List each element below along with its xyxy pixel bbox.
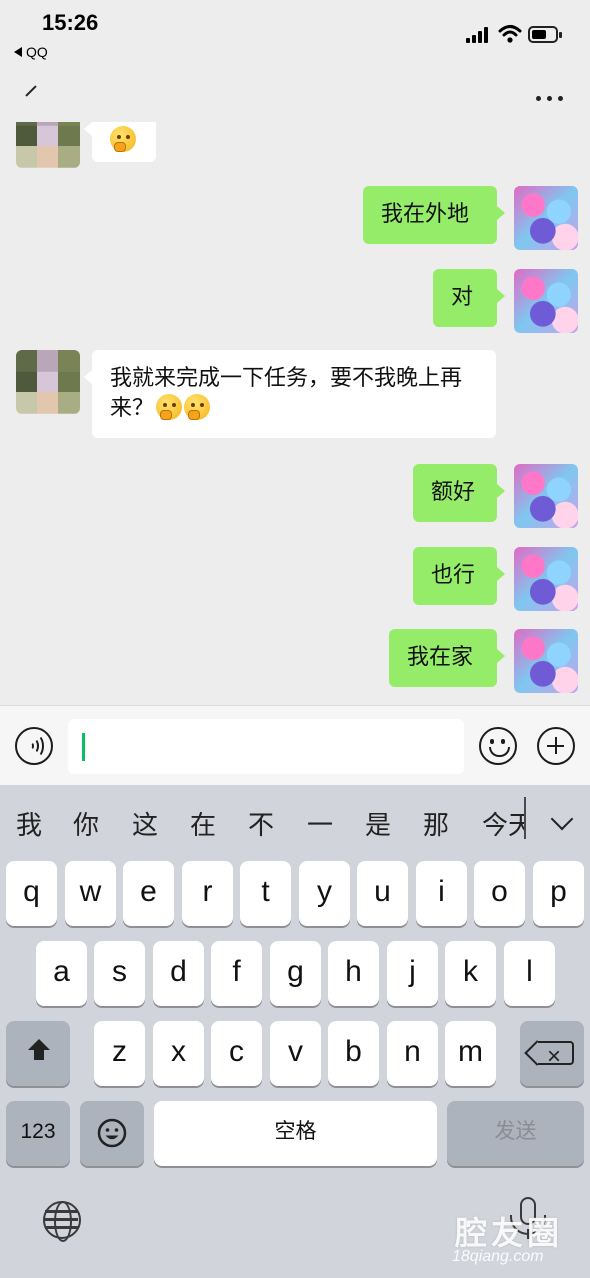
key-f[interactable]: f bbox=[211, 941, 262, 1006]
key-m[interactable]: m bbox=[445, 1021, 496, 1086]
key-v[interactable]: v bbox=[270, 1021, 321, 1086]
key-b[interactable]: b bbox=[328, 1021, 379, 1086]
message-bubble-incoming[interactable]: 我就来完成一下任务，要不我晚上再来？ bbox=[84, 350, 496, 438]
status-bar: 15:26 QQ bbox=[0, 0, 590, 70]
candidate-word[interactable]: 不 bbox=[248, 805, 274, 842]
more-options-icon[interactable] bbox=[536, 96, 564, 102]
emoji-button[interactable] bbox=[479, 727, 517, 765]
key-y[interactable]: y bbox=[299, 861, 350, 926]
voice-input-button[interactable] bbox=[15, 727, 53, 765]
message-bubble-outgoing[interactable]: 额好 bbox=[413, 464, 505, 522]
key-s[interactable]: s bbox=[94, 941, 145, 1006]
emoji-keyboard-key[interactable] bbox=[80, 1101, 144, 1166]
send-key[interactable]: 发送 bbox=[447, 1101, 584, 1166]
candidate-word[interactable]: 这 bbox=[132, 805, 158, 842]
self-avatar[interactable] bbox=[514, 464, 578, 528]
watermark-url: 18qiang.com bbox=[452, 1248, 544, 1265]
text-caret bbox=[82, 733, 85, 761]
key-j[interactable]: j bbox=[387, 941, 438, 1006]
numbers-key[interactable]: 123 bbox=[6, 1101, 70, 1166]
key-q[interactable]: q bbox=[6, 861, 57, 926]
message-bubble-incoming[interactable] bbox=[84, 122, 156, 162]
key-r[interactable]: r bbox=[182, 861, 233, 926]
candidate-word[interactable]: 是 bbox=[365, 805, 391, 842]
message-input[interactable] bbox=[68, 719, 464, 774]
key-e[interactable]: e bbox=[123, 861, 174, 926]
status-time: 15:26 bbox=[42, 10, 99, 35]
key-p[interactable]: p bbox=[533, 861, 584, 926]
back-icon[interactable] bbox=[25, 85, 37, 97]
candidate-divider bbox=[524, 797, 526, 839]
shift-arrow-icon bbox=[28, 1039, 50, 1063]
candidate-word[interactable]: 在 bbox=[190, 805, 216, 842]
friend-avatar[interactable] bbox=[16, 350, 80, 414]
key-t[interactable]: t bbox=[240, 861, 291, 926]
message-bubble-outgoing[interactable]: 也行 bbox=[413, 547, 505, 605]
key-n[interactable]: n bbox=[387, 1021, 438, 1086]
message-bubble-outgoing[interactable]: 对 bbox=[433, 269, 505, 327]
key-a[interactable]: a bbox=[36, 941, 87, 1006]
key-l[interactable]: l bbox=[504, 941, 555, 1006]
key-w[interactable]: w bbox=[65, 861, 116, 926]
key-k[interactable]: k bbox=[445, 941, 496, 1006]
thinking-emoji-icon bbox=[156, 394, 183, 420]
battery-icon bbox=[528, 26, 562, 43]
candidate-word[interactable]: 我 bbox=[16, 805, 42, 842]
laugh-cry-emoji-icon bbox=[110, 126, 136, 152]
message-bubble-outgoing[interactable]: 我在家 bbox=[389, 629, 505, 687]
self-avatar[interactable] bbox=[514, 269, 578, 333]
key-h[interactable]: h bbox=[328, 941, 379, 1006]
thinking-emoji-icon bbox=[184, 394, 211, 420]
self-avatar[interactable] bbox=[514, 186, 578, 250]
candidate-word[interactable]: 你 bbox=[73, 805, 99, 842]
system-keyboard: 我 你 这 在 不 一 是 那 今天 q w e r t y u i o p a… bbox=[0, 785, 590, 1278]
key-z[interactable]: z bbox=[94, 1021, 145, 1086]
chat-message-list[interactable]: 我在外地 对 我就来完成一下任务，要不我晚上再来？ 额好 也行 我在家 bbox=[0, 122, 590, 705]
key-g[interactable]: g bbox=[270, 941, 321, 1006]
candidate-word[interactable]: 一 bbox=[307, 805, 333, 842]
friend-avatar[interactable] bbox=[16, 122, 80, 168]
key-d[interactable]: d bbox=[153, 941, 204, 1006]
candidate-word[interactable]: 今天 bbox=[482, 805, 524, 842]
key-u[interactable]: u bbox=[357, 861, 408, 926]
more-functions-button[interactable] bbox=[537, 727, 575, 765]
key-c[interactable]: c bbox=[211, 1021, 262, 1086]
self-avatar[interactable] bbox=[514, 629, 578, 693]
candidate-word[interactable]: 那 bbox=[423, 805, 449, 842]
back-app-label: QQ bbox=[26, 44, 48, 60]
delete-key[interactable] bbox=[520, 1021, 584, 1088]
wifi-icon bbox=[498, 25, 522, 43]
backspace-icon bbox=[538, 1026, 574, 1088]
key-i[interactable]: i bbox=[416, 861, 467, 926]
key-x[interactable]: x bbox=[153, 1021, 204, 1086]
message-input-bar bbox=[0, 705, 590, 785]
back-triangle-icon bbox=[14, 47, 22, 57]
chevron-down-icon[interactable] bbox=[550, 807, 574, 831]
emoji-face-icon bbox=[97, 1118, 127, 1148]
self-avatar[interactable] bbox=[514, 547, 578, 611]
globe-icon[interactable] bbox=[43, 1201, 81, 1242]
candidate-clip: 今天 bbox=[480, 785, 524, 857]
cellular-signal-icon bbox=[466, 27, 492, 43]
message-bubble-outgoing[interactable]: 我在外地 bbox=[363, 186, 505, 244]
back-to-app-link[interactable]: QQ bbox=[14, 44, 48, 60]
space-key[interactable]: 空格 bbox=[154, 1101, 437, 1166]
chat-nav-bar bbox=[0, 70, 590, 122]
shift-key[interactable] bbox=[6, 1021, 70, 1086]
key-o[interactable]: o bbox=[474, 861, 525, 926]
candidate-bar: 我 你 这 在 不 一 是 那 今天 bbox=[0, 785, 590, 857]
